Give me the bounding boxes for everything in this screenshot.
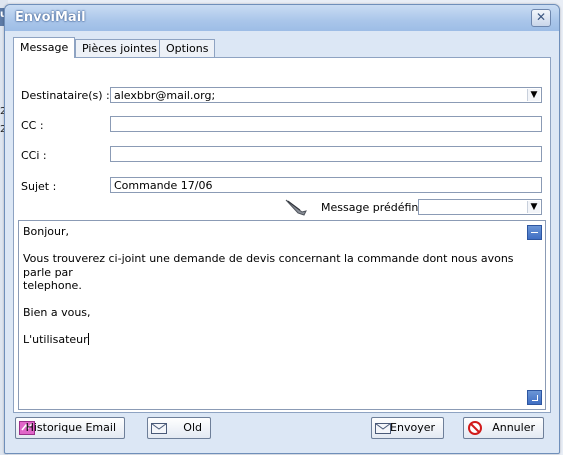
to-label: Destinataire(s) : xyxy=(21,89,110,102)
message-body-editor[interactable]: Bonjour, Vous trouverez ci-joint une dem… xyxy=(18,220,546,410)
subject-field[interactable]: Commande 17/06 xyxy=(110,177,542,193)
old-button-label: Old xyxy=(183,421,202,434)
to-value: alexbbr@mail.org; xyxy=(114,89,216,102)
old-button[interactable]: Old xyxy=(147,417,211,439)
title-bar: EnvoiMail ✕ xyxy=(5,5,559,31)
cc-field[interactable] xyxy=(110,116,542,132)
tab-options[interactable]: Options xyxy=(159,39,216,57)
cancel-button[interactable]: Annuler xyxy=(463,417,544,439)
envelope-icon xyxy=(375,423,391,434)
send-button-label: Envoyer xyxy=(390,421,435,434)
predefined-label: Message prédéfini : xyxy=(321,201,429,214)
cci-field[interactable] xyxy=(110,146,542,162)
tab-attachments[interactable]: Pièces jointes xyxy=(75,39,164,57)
predefined-message-select[interactable]: ▼ xyxy=(418,199,542,215)
cc-label: CC : xyxy=(21,119,44,132)
text-caret xyxy=(87,333,89,345)
to-combobox[interactable]: alexbbr@mail.org; ▼ xyxy=(110,87,542,103)
history-button[interactable]: Historique Email xyxy=(15,417,125,439)
message-body-text: Bonjour, Vous trouverez ci-joint une dem… xyxy=(23,225,514,346)
cancel-button-label: Annuler xyxy=(492,421,535,434)
envoimail-dialog: EnvoiMail ✕ Message Pièces jointes Optio… xyxy=(4,4,560,454)
window-title: EnvoiMail xyxy=(15,10,86,25)
envelope-icon xyxy=(151,423,167,434)
expand-icon[interactable] xyxy=(527,390,542,405)
collapse-icon[interactable] xyxy=(527,225,542,240)
quill-icon[interactable] xyxy=(284,198,308,216)
tab-message[interactable]: Message xyxy=(13,37,76,58)
send-button[interactable]: Envoyer xyxy=(371,417,444,439)
cci-label: CCi : xyxy=(21,149,47,162)
cancel-icon xyxy=(468,421,482,435)
history-button-label: Historique Email xyxy=(25,421,116,434)
chevron-down-icon[interactable]: ▼ xyxy=(527,89,540,101)
message-panel: Destinataire(s) : alexbbr@mail.org; ▼ CC… xyxy=(13,57,551,413)
close-button[interactable]: ✕ xyxy=(531,9,551,27)
subject-label: Sujet : xyxy=(21,180,57,193)
chevron-down-icon[interactable]: ▼ xyxy=(527,201,540,213)
